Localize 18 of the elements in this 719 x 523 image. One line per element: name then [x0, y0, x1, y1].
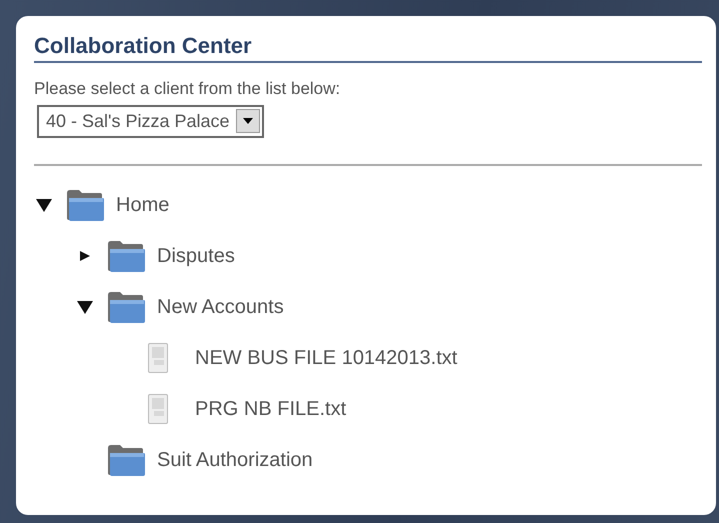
file-name[interactable]: PRG NB FILE.txt [195, 394, 346, 424]
file-name[interactable]: NEW BUS FILE 10142013.txt [195, 343, 458, 374]
folder-icon [107, 291, 145, 324]
client-select[interactable]: 40 - Sal's Pizza Palace [37, 104, 264, 138]
folder-name[interactable]: New Accounts [157, 292, 284, 322]
expanded-triangle-icon[interactable] [75, 299, 95, 316]
folder-icon [107, 444, 145, 476]
folder-name[interactable]: Home [116, 190, 170, 220]
folder-icon [107, 240, 145, 272]
dropdown-caret-icon[interactable] [236, 109, 260, 134]
folder-name[interactable]: Suit Authorization [157, 445, 313, 476]
folder-icon [66, 189, 104, 222]
file-icon [148, 343, 168, 374]
file-icon [148, 394, 168, 424]
panel-title: Collaboration Center [34, 34, 702, 64]
client-select-label: Please select a client from the list below: [34, 79, 342, 100]
expanded-triangle-icon[interactable] [34, 197, 54, 214]
folder-name[interactable]: Disputes [157, 241, 235, 272]
